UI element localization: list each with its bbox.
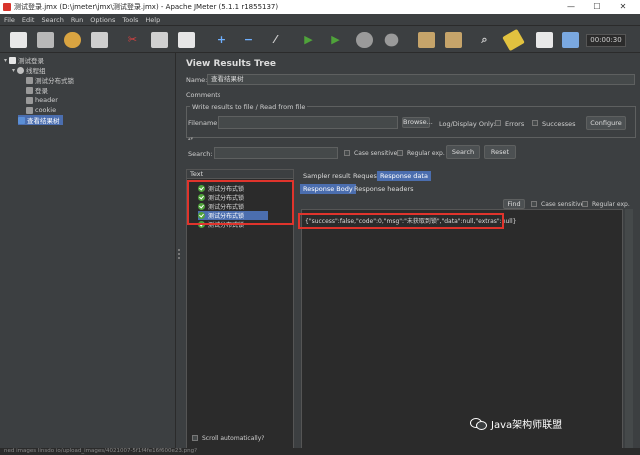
expand-all-icon[interactable]: + <box>213 31 230 48</box>
help-icon[interactable] <box>562 32 579 48</box>
comments-field[interactable] <box>220 89 635 100</box>
search-button[interactable]: Search <box>446 145 480 159</box>
window-title-bar: 测试登录.jmx (D:\jmeter\jmx\测试登录.jmx) - Apac… <box>0 0 640 14</box>
browse-button[interactable]: Browse... <box>402 117 433 128</box>
name-label: Name: <box>186 76 208 84</box>
detail-case-sensitive-checkbox[interactable] <box>531 201 537 207</box>
jmeter-app-icon <box>3 3 11 11</box>
regular-exp-checkbox[interactable] <box>397 150 403 156</box>
errors-label: Errors <box>505 120 525 128</box>
tree-item-view-results-tree[interactable]: 查看结果树 <box>18 115 63 125</box>
scroll-automatically-label: Scroll automatically? <box>202 435 265 442</box>
configure-button[interactable]: Configure <box>586 116 626 130</box>
toolbar: ✂ + − ⁄ ▶ ▶ ⌕ 00:00:30 <box>0 27 640 53</box>
paste-icon[interactable] <box>178 32 195 48</box>
filename-label: Filename <box>188 119 218 127</box>
highlight-box-results <box>187 180 294 225</box>
tree-item-test-plan[interactable]: ▾ 测试登录 <box>4 55 44 65</box>
clear-icon[interactable] <box>418 32 435 48</box>
watermark: Java架构师联盟 <box>470 414 562 432</box>
case-sensitive-label: Case sensitive <box>354 150 398 157</box>
close-button[interactable]: ✕ <box>612 0 634 14</box>
thread-group-icon <box>17 66 25 74</box>
search-icon[interactable]: ⌕ <box>476 31 493 48</box>
watermark-text: Java架构师联盟 <box>491 419 563 431</box>
view-results-tree-panel: View Results Tree Name: 查看结果树 Comments: … <box>182 53 640 455</box>
log-display-label: Log/Display Only: <box>439 120 496 128</box>
new-icon[interactable] <box>10 32 27 48</box>
shutdown-icon[interactable] <box>384 33 399 47</box>
minimize-button[interactable]: — <box>560 0 582 14</box>
reset-search-icon[interactable] <box>502 28 525 52</box>
detail-regular-exp-label: Regular exp. <box>592 201 630 208</box>
tree-item-sampler[interactable]: 测试分布式锁 <box>26 75 74 85</box>
test-plan-icon <box>9 56 17 64</box>
highlight-box-response <box>298 213 504 229</box>
tree-item-header[interactable]: header <box>26 95 58 105</box>
cut-icon[interactable]: ✂ <box>124 31 141 48</box>
function-helper-icon[interactable] <box>536 32 553 48</box>
response-detail-panel: Sampler result Request Response data Res… <box>299 169 640 455</box>
menu-bar: File Edit Search Run Options Tools Help <box>0 14 640 26</box>
elapsed-timer: 00:00:30 <box>586 34 626 47</box>
maximize-button[interactable]: ☐ <box>586 0 608 14</box>
menu-search[interactable]: Search <box>41 16 63 24</box>
errors-checkbox[interactable] <box>495 120 501 126</box>
find-button[interactable]: Find <box>503 199 525 209</box>
templates-icon[interactable] <box>37 32 54 48</box>
successes-checkbox[interactable] <box>532 120 538 126</box>
clear-all-icon[interactable] <box>445 32 462 48</box>
menu-edit[interactable]: Edit <box>22 16 35 24</box>
detail-regular-exp-checkbox[interactable] <box>582 201 588 207</box>
scroll-automatically-checkbox[interactable] <box>192 435 198 441</box>
menu-tools[interactable]: Tools <box>122 16 138 24</box>
collapse-arrows-icon[interactable]: ▴▾ <box>188 136 193 142</box>
menu-options[interactable]: Options <box>90 16 115 24</box>
regular-exp-label: Regular exp. <box>407 150 445 157</box>
successes-label: Successes <box>542 120 576 128</box>
window-title: 测试登录.jmx (D:\jmeter\jmx\测试登录.jmx) - Apac… <box>14 3 279 11</box>
stop-icon[interactable] <box>356 32 373 48</box>
test-plan-tree: ▾ 测试登录 ▾ 线程组 测试分布式锁 登录 header cookie 查看结… <box>0 53 176 455</box>
tree-item-login[interactable]: 登录 <box>26 85 48 95</box>
tree-item-thread-group[interactable]: ▾ 线程组 <box>12 65 46 75</box>
open-icon[interactable] <box>64 32 81 48</box>
panel-title: View Results Tree <box>186 59 276 69</box>
start-no-pauses-icon[interactable]: ▶ <box>327 31 344 48</box>
name-field[interactable]: 查看结果树 <box>207 74 635 85</box>
menu-help[interactable]: Help <box>145 16 160 24</box>
toggle-icon[interactable]: ⁄ <box>267 31 284 48</box>
file-group-title: Write results to file / Read from file <box>190 103 308 111</box>
start-icon[interactable]: ▶ <box>300 31 317 48</box>
tab-sampler-result[interactable]: Sampler result <box>300 171 354 181</box>
subtab-response-body[interactable]: Response Body <box>300 184 356 194</box>
bottom-url-strip: ned images linsdo io/upload_images/40210… <box>0 448 640 455</box>
sampler-icon <box>26 86 33 94</box>
listener-icon <box>18 116 25 124</box>
save-icon[interactable] <box>91 32 108 48</box>
filename-field[interactable] <box>218 116 398 129</box>
tab-response-data[interactable]: Response data <box>377 171 431 181</box>
response-body-area[interactable]: {"success":false,"code":0,"msg":"未获取到锁",… <box>301 209 623 455</box>
collapse-all-icon[interactable]: − <box>240 31 257 48</box>
reset-button[interactable]: Reset <box>484 145 516 159</box>
copy-icon[interactable] <box>151 32 168 48</box>
subtab-response-headers[interactable]: Response headers <box>351 184 417 194</box>
chevron-down-icon[interactable]: ▾ <box>12 67 15 74</box>
menu-file[interactable]: File <box>4 16 15 24</box>
wechat-logo-icon <box>470 416 487 430</box>
detail-case-sensitive-label: Case sensitive <box>541 201 585 208</box>
search-input[interactable] <box>214 147 338 159</box>
config-icon <box>26 96 33 104</box>
chevron-down-icon[interactable]: ▾ <box>4 57 7 64</box>
results-column-header: Text <box>187 170 293 179</box>
search-label: Search: <box>188 150 213 158</box>
case-sensitive-checkbox[interactable] <box>344 150 350 156</box>
sampler-icon <box>26 76 33 84</box>
comments-label: Comments: <box>186 91 224 99</box>
config-icon <box>26 106 33 114</box>
response-scrollbar[interactable] <box>625 209 633 455</box>
menu-run[interactable]: Run <box>71 16 83 24</box>
tree-item-cookie[interactable]: cookie <box>26 105 56 115</box>
